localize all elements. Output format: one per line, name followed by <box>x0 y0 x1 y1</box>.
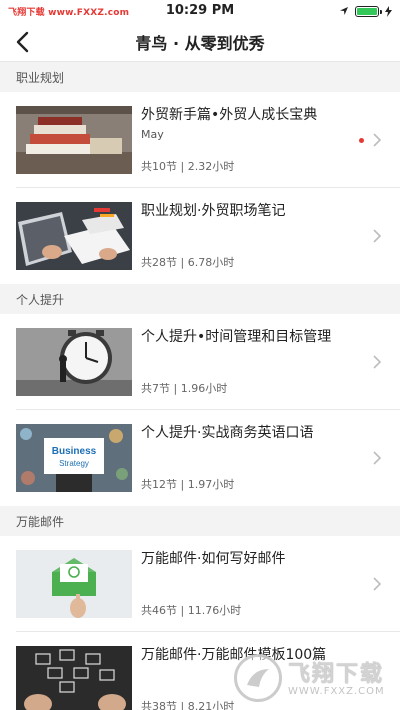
course-meta: 共10节 | 2.32小时 <box>141 160 235 173</box>
course-info: 外贸新手篇•外贸人成长宝典 May 共10节 | 2.32小时 <box>132 106 362 174</box>
back-button[interactable] <box>8 28 36 56</box>
chevron-right-icon <box>373 133 382 147</box>
course-subtitle: May <box>141 127 164 141</box>
course-info: 个人提升·实战商务英语口语 共12节 | 1.97小时 <box>132 424 362 492</box>
course-info: 万能邮件·如何写好邮件 共46节 | 11.76小时 <box>132 550 362 618</box>
course-thumbnail-envelopes <box>16 646 132 710</box>
thumbnail-text-business: Business <box>52 446 97 457</box>
course-thumbnail-clock <box>16 328 132 396</box>
course-thumbnail-business-strategy: Business Strategy <box>16 424 132 492</box>
status-indicators <box>339 5 392 17</box>
section-header-personal-growth: 个人提升 <box>0 284 400 314</box>
row-accessory <box>359 92 400 188</box>
section-header-career-planning: 职业规划 <box>0 62 400 92</box>
course-title: 个人提升•时间管理和目标管理 <box>141 329 332 345</box>
chevron-right-icon <box>373 451 382 465</box>
course-row[interactable]: Business Strategy 个人提升·实战商务英语口语 共12节 | 1… <box>0 410 400 506</box>
watermark-top-text: 飞翔下载 www.FXXZ.com <box>8 7 130 18</box>
course-meta: 共12节 | 1.97小时 <box>141 478 235 491</box>
watermark-logo: 飞翔下载 WWW.FXXZ.COM <box>234 650 394 706</box>
battery-level <box>357 7 377 15</box>
battery-icon <box>355 5 382 17</box>
location-arrow-icon <box>340 7 348 15</box>
course-info: 职业规划·外贸职场笔记 共28节 | 6.78小时 <box>132 202 362 270</box>
row-accessory <box>362 188 400 284</box>
page-title: 青鸟 · 从零到优秀 <box>135 33 265 53</box>
watermark-url: WWW.FXXZ.COM <box>288 686 385 697</box>
course-thumbnail-email <box>16 550 132 618</box>
course-thumbnail-books <box>16 106 132 174</box>
chevron-right-icon <box>373 229 382 243</box>
row-accessory <box>362 536 400 632</box>
course-meta: 共46节 | 11.76小时 <box>141 604 242 617</box>
course-thumbnail-laptop <box>16 202 132 270</box>
row-accessory <box>362 410 400 506</box>
new-badge-dot <box>359 137 364 143</box>
chevron-right-icon <box>373 577 382 591</box>
section-header-universal-email: 万能邮件 <box>0 506 400 536</box>
watermark-name: 飞翔下载 <box>288 662 385 687</box>
course-row[interactable]: 外贸新手篇•外贸人成长宝典 May 共10节 | 2.32小时 <box>0 92 400 188</box>
course-title: 万能邮件·如何写好邮件 <box>141 551 286 567</box>
course-meta: 共7节 | 1.96小时 <box>141 382 228 395</box>
chevron-right-icon <box>373 355 382 369</box>
nav-bar: 青鸟 · 从零到优秀 <box>0 22 400 62</box>
charging-bolt-icon <box>385 5 392 17</box>
thumbnail-text-strategy: Strategy <box>59 459 89 468</box>
course-title: 外贸新手篇•外贸人成长宝典 <box>141 107 318 123</box>
course-row[interactable]: 职业规划·外贸职场笔记 共28节 | 6.78小时 <box>0 188 400 284</box>
course-info: 个人提升•时间管理和目标管理 共7节 | 1.96小时 <box>132 328 362 396</box>
status-bar: 飞翔下载 www.FXXZ.com <box>0 0 400 22</box>
course-title: 职业规划·外贸职场笔记 <box>141 203 286 219</box>
course-title: 个人提升·实战商务英语口语 <box>141 425 314 441</box>
course-row[interactable]: 个人提升•时间管理和目标管理 共7节 | 1.96小时 <box>0 314 400 410</box>
course-row[interactable]: 万能邮件·如何写好邮件 共46节 | 11.76小时 <box>0 536 400 632</box>
chevron-left-icon <box>16 31 29 53</box>
watermark-emblem-icon <box>234 654 282 702</box>
course-meta: 共28节 | 6.78小时 <box>141 256 235 269</box>
row-accessory <box>362 314 400 410</box>
